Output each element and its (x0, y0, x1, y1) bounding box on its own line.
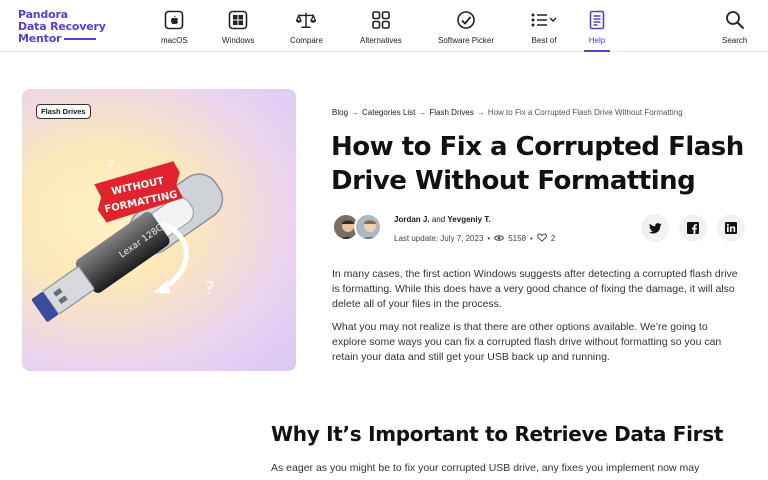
search-icon (725, 10, 745, 30)
nav-label: Search (722, 36, 748, 45)
author-1-link[interactable]: Jordan J. (394, 215, 430, 224)
breadcrumb: Blog → Categories List → Flash Drives → How to… (332, 108, 686, 117)
eye-icon (494, 234, 505, 244)
nav-macos[interactable]: macOS (161, 10, 188, 52)
svg-text:?: ? (106, 156, 115, 175)
share-facebook-button[interactable] (679, 214, 707, 242)
svg-text:?: ? (205, 278, 215, 299)
category-badge[interactable]: Flash Drives (36, 104, 91, 119)
site-logo[interactable]: Pandora Data Recovery Mentor (18, 9, 118, 45)
nav-label: Best of (531, 36, 557, 45)
intro-paragraph-2: What you may not realize is that there a… (332, 321, 722, 363)
nav-windows[interactable]: Windows (222, 10, 254, 52)
author-and: and (431, 215, 446, 224)
breadcrumb-categories[interactable]: Categories List (362, 108, 415, 117)
nav-label: Help (588, 36, 606, 45)
nav-label: Alternatives (360, 36, 402, 45)
site-header: Pandora Data Recovery Mentor macOS Windo… (0, 0, 768, 52)
nav-label: Compare (290, 36, 323, 45)
dot-separator: • (530, 234, 533, 243)
nav-label: Windows (222, 36, 255, 45)
list-icon (530, 10, 558, 30)
grid-icon (371, 10, 391, 30)
linkedin-icon (725, 219, 737, 238)
heart-icon[interactable] (536, 233, 547, 244)
share-twitter-button[interactable] (641, 214, 669, 242)
nav-alternatives[interactable]: Alternatives (360, 10, 402, 52)
hero-image: ? ? Lexar 128G WITHOUT FORMATTING Flash … (22, 89, 296, 371)
facebook-icon (687, 219, 699, 238)
nav-label: macOS (161, 36, 188, 45)
nav-software-picker[interactable]: Software Picker (438, 10, 494, 52)
author-2-link[interactable]: Yevgeniy T. (447, 215, 490, 224)
section-paragraph: As eager as you might be to fix your cor… (271, 462, 700, 474)
arrow-right-icon: → (418, 108, 427, 117)
intro-paragraph-1: In many cases, the first action Windows … (332, 268, 738, 310)
avatar-author-2[interactable] (354, 213, 382, 241)
twitter-icon (648, 219, 662, 238)
windows-icon (228, 10, 248, 30)
like-count: 2 (550, 234, 556, 243)
author-names: Jordan J. and Yevgeniy T. (394, 215, 491, 224)
breadcrumb-flash-drives[interactable]: Flash Drives (429, 108, 473, 117)
page-title: How to Fix a Corrupted Flash Drive Witho… (331, 132, 744, 196)
nav-help[interactable]: Help (584, 10, 610, 52)
breadcrumb-blog[interactable]: Blog (332, 108, 348, 117)
nav-compare[interactable]: Compare (290, 10, 323, 52)
article-meta: Last update: July 7, 2023 • 5158 • 2 (394, 233, 555, 244)
check-circle-icon (456, 10, 476, 30)
share-linkedin-button[interactable] (717, 214, 745, 242)
breadcrumb-current: How to Fix a Corrupted Flash Drive Witho… (487, 108, 683, 117)
apple-icon (164, 10, 184, 30)
arrow-right-icon: → (476, 108, 485, 117)
document-icon (587, 10, 607, 30)
dot-separator: • (487, 234, 491, 243)
last-update: Last update: July 7, 2023 (394, 234, 484, 243)
view-count: 5158 (508, 234, 527, 243)
nav-label: Software Picker (438, 36, 495, 45)
nav-search[interactable]: Search (722, 10, 747, 52)
scale-icon (296, 10, 317, 30)
flash-drive-illustration: ? ? Lexar 128G WITHOUT FORMATTING (31, 156, 224, 322)
section-heading: Why It’s Important to Retrieve Data Firs… (271, 422, 724, 446)
nav-best-of[interactable]: Best of (530, 10, 558, 52)
logo-line-3: Mentor (18, 32, 62, 45)
arrow-right-icon: → (351, 108, 360, 117)
